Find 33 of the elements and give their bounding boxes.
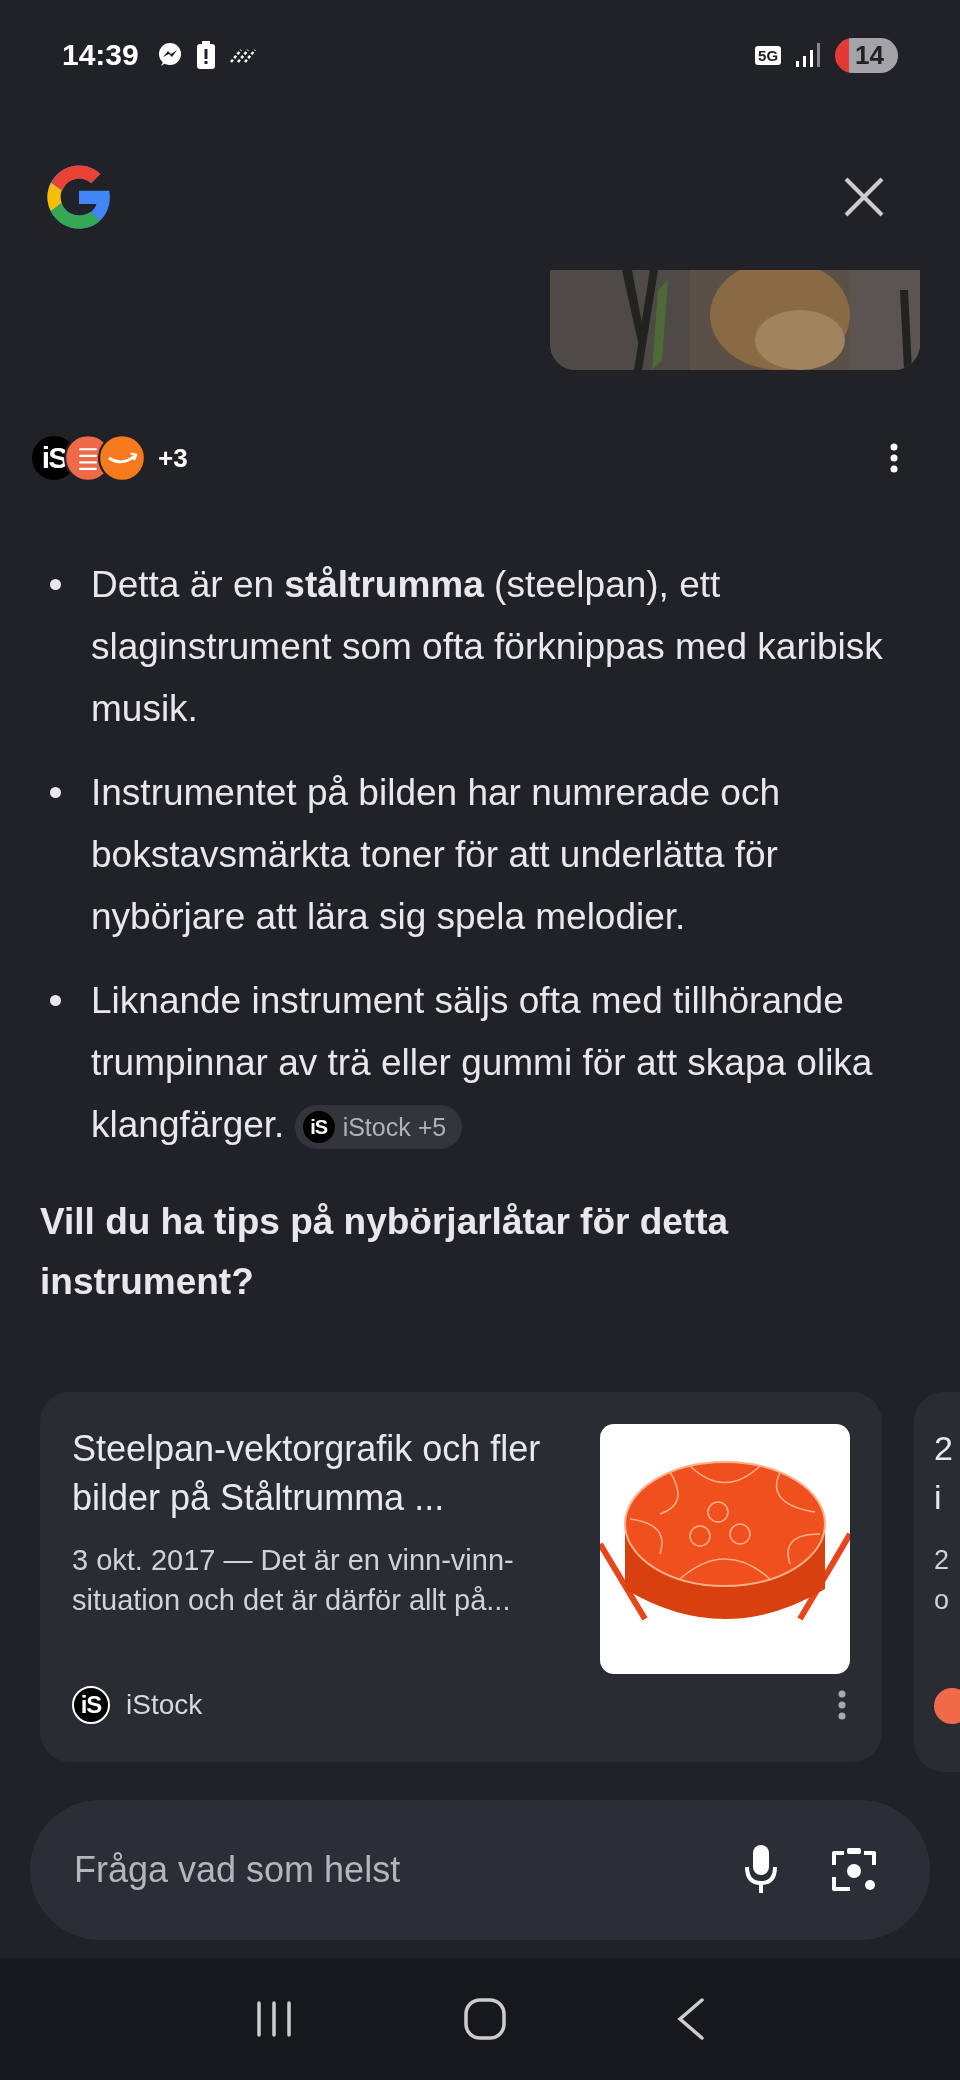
bullet-icon (50, 995, 61, 1006)
bullet-icon (50, 579, 61, 590)
result-title[interactable]: 2 (934, 1424, 960, 1473)
smile-logo-icon (98, 434, 146, 482)
network-indicator: 5G (755, 45, 782, 65)
follow-up-question: Vill du ha tips på nybörjarlåtar för detta instrument? (40, 1200, 730, 1304)
battery-alert-icon (196, 41, 215, 69)
status-time: 14:39 (62, 38, 139, 72)
result-title[interactable]: Steelpan-vektorgrafik och fler bilder på Ståltrumma ... (72, 1424, 578, 1522)
answer-paragraph: Liknande instrument säljs ofta med tillhörande trumpinnar av trä eller gummi för att skapa olika klangfärger. iS iStock +5 (91, 970, 921, 1156)
more-sources-count[interactable]: +3 (158, 442, 188, 474)
answer-paragraph: Detta är en ståltrumma (steelpan), ett slaginstrument som ofta förknippas med karibisk musik. (91, 563, 884, 731)
result-snippet: 2 (934, 1544, 951, 1577)
battery-indicator: 14 (835, 37, 898, 73)
source-chip[interactable]: iS iStock +5 (294, 1105, 463, 1150)
recent-apps-icon[interactable] (255, 2000, 294, 2038)
result-title[interactable]: i (934, 1473, 960, 1522)
result-snippet: 3 okt. 2017 — Det är en vinn-vinn-situation och det är därför allt på... (72, 1543, 515, 1618)
bullet-icon (50, 787, 61, 798)
search-field[interactable]: Fråga vad som helst (72, 1848, 692, 1892)
close-button[interactable] (843, 176, 885, 218)
source-name: iStock (126, 1689, 203, 1721)
signal-icon (795, 43, 822, 67)
back-icon[interactable] (676, 1998, 705, 2040)
camera-lens-icon[interactable] (830, 1847, 878, 1893)
result-card[interactable]: 2 i 2 o (914, 1392, 960, 1772)
messenger-icon (156, 42, 183, 68)
microphone-icon[interactable] (744, 1845, 778, 1895)
result-snippet: o (934, 1584, 951, 1617)
result-card[interactable]: Steelpan-vektorgrafik och fler bilder på Ståltrumma ... 3 okt. 2017 — Det är en vinn-vinn-situation och det är därför allt på... iS iStock (40, 1392, 882, 1762)
istock-logo: iS (72, 1686, 110, 1724)
answer-paragraph: Instrumentet på bilden har numrerade och bokstavsmärkta toner för att underlätta för nybörjare att lära sig spela melodier. (91, 771, 782, 939)
home-icon[interactable] (464, 1998, 506, 2040)
